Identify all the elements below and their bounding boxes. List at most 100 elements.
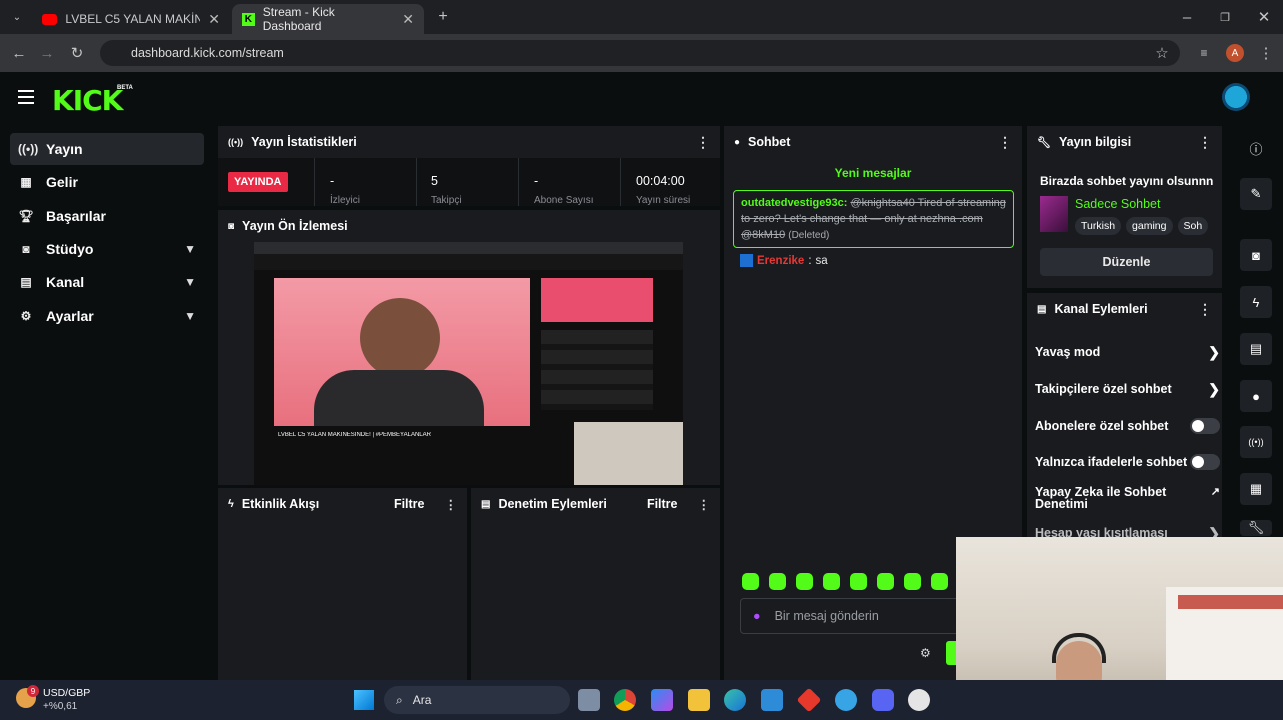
taskbar-search[interactable]: ⌕ Ara (384, 686, 570, 714)
emotes-only-toggle[interactable] (1190, 454, 1220, 470)
sidebar-item-basarilar[interactable]: 🏆︎ Başarılar (10, 200, 204, 232)
channel-icon[interactable]: ▦ (1240, 473, 1272, 505)
more-options-icon[interactable]: ⋮ (1198, 301, 1212, 318)
ai-moderation-row[interactable]: Yapay Zeka ile Sohbet Denetimi ↗ (1035, 486, 1220, 512)
chat-bubble-icon[interactable]: ● (1240, 380, 1272, 412)
sidebar-item-gelir[interactable]: ▦ Gelir (10, 166, 204, 198)
lightning-icon: ϟ (228, 498, 234, 510)
emote-icon[interactable] (796, 573, 813, 590)
chat-input-placeholder: Bir mesaj gönderin (774, 609, 879, 623)
message-user[interactable]: Erenzike (757, 255, 804, 267)
kick-logo[interactable]: KICK (52, 84, 123, 117)
emote-icon[interactable] (904, 573, 921, 590)
sidebar-item-studyo[interactable]: ◙ Stüdyo ▼ (10, 233, 204, 265)
more-options-icon[interactable]: ⋮ (1198, 134, 1212, 151)
discord-icon[interactable] (872, 689, 894, 711)
emote-icon[interactable] (769, 573, 786, 590)
row-label: Yapay Zeka ile Sohbet Denetimi (1035, 485, 1167, 511)
sidebar-item-label: Kanal (46, 274, 85, 290)
chat-input[interactable]: ● Bir mesaj gönderin (740, 598, 970, 634)
emotes-only-row: Yalnızca ifadelerle sohbet (1035, 452, 1220, 472)
studio-icon: ◙ (22, 242, 30, 256)
microphone-icon[interactable]: ● (753, 609, 761, 623)
back-icon[interactable]: ← (10, 44, 28, 62)
tab-youtube[interactable]: LVBEL C5 YALAN MAKİNESİNDE ✕ (32, 4, 230, 34)
sidebar-item-ayarlar[interactable]: ⚙ Ayarlar ▼ (10, 300, 204, 332)
close-icon[interactable]: ✕ (402, 11, 414, 28)
profile-avatar[interactable]: A (1226, 44, 1244, 62)
edit-icon[interactable]: ✎ (1240, 178, 1272, 210)
emote-icon[interactable] (877, 573, 894, 590)
chat-bubble-icon: ● (734, 136, 741, 148)
emote-icon[interactable] (742, 573, 759, 590)
emote-icon[interactable] (931, 573, 948, 590)
preview-header: ◙ Yayın Ön İzlemesi (218, 210, 720, 242)
forward-icon[interactable]: → (38, 44, 56, 62)
chart-icon: ▦ (20, 175, 32, 189)
new-messages-divider: Yeni mesajlar (834, 166, 912, 180)
more-options-icon[interactable]: ⋮ (998, 134, 1012, 151)
url-text: dashboard.kick.com/stream (131, 46, 284, 60)
chat-settings-icon[interactable]: ⚙ (920, 646, 931, 660)
activity-title: Etkinlik Akışı (241, 497, 320, 511)
badge-icon (740, 254, 753, 267)
stats-title: Yayın İstatistikleri (251, 135, 357, 149)
reload-icon[interactable]: ↻ (68, 44, 86, 62)
message-user[interactable]: outdatedvestige93c: (741, 197, 847, 209)
chrome-icon[interactable] (614, 689, 636, 711)
subscribers-only-toggle[interactable] (1190, 418, 1220, 434)
user-avatar[interactable] (1222, 83, 1250, 111)
url-field[interactable]: dashboard.kick.com/stream (100, 40, 1180, 66)
edge-icon[interactable] (724, 689, 746, 711)
stream-stats-panel: ((•)) Yayın İstatistikleri ⋮ YAYINDA - İ… (218, 126, 720, 206)
wrench-icon[interactable]: 🔧︎ (1240, 520, 1272, 536)
broadcast-icon[interactable]: ((•)) (1240, 426, 1272, 458)
channel-actions-header: ▤ Kanal Eylemleri ⋮ (1027, 293, 1222, 325)
emote-icon[interactable] (823, 573, 840, 590)
subs-label: Abone Sayısı (534, 195, 594, 206)
hamburger-menu-icon[interactable] (18, 90, 34, 104)
minimize-icon[interactable]: – (1178, 8, 1196, 26)
file-explorer-icon[interactable] (688, 689, 710, 711)
more-options-icon[interactable]: ⋮ (698, 497, 711, 512)
browser-icon[interactable] (835, 689, 857, 711)
emote-icon[interactable] (850, 573, 867, 590)
browser-menu-icon[interactable]: ⋮ (1257, 44, 1275, 62)
task-view-icon[interactable] (578, 689, 600, 711)
tab-title: LVBEL C5 YALAN MAKİNESİNDE (65, 12, 201, 26)
sidebar-item-yayin[interactable]: ((•)) Yayın (10, 133, 204, 165)
moderation-title: Denetim Eylemleri (498, 497, 607, 511)
close-icon[interactable]: ✕ (208, 11, 220, 28)
copilot-icon[interactable] (651, 689, 673, 711)
activity-filter-button[interactable]: Filtre (394, 497, 425, 511)
sidebar-item-kanal[interactable]: ▤ Kanal ▼ (10, 266, 204, 298)
tab-kick-dashboard[interactable]: K Stream - Kick Dashboard ✕ (232, 4, 424, 34)
category-link[interactable]: Sadece Sohbet (1075, 197, 1161, 211)
more-options-icon[interactable]: ⋮ (696, 134, 710, 151)
lightning-icon[interactable]: ϟ (1240, 286, 1272, 318)
new-tab-icon[interactable]: + (434, 8, 452, 26)
document-icon[interactable]: ▤ (1240, 333, 1272, 365)
chat-title: Sohbet (748, 135, 791, 149)
media-icon[interactable]: ≡ (1195, 44, 1213, 62)
window-close-icon[interactable]: ✕ (1255, 8, 1273, 26)
bookmark-star-icon[interactable]: ☆ (1153, 44, 1171, 62)
followers-only-row[interactable]: Takipçilere özel sohbet ❯ (1035, 379, 1220, 399)
moderation-filter-button[interactable]: Filtre (647, 497, 678, 511)
sidebar-item-label: Başarılar (46, 208, 106, 224)
windows-start-icon[interactable] (354, 690, 374, 710)
video-thumbnail[interactable] (274, 278, 530, 426)
sidebar-item-label: Ayarlar (46, 308, 94, 324)
stream-title: Birazda sohbet yayını olsunnn (1040, 174, 1214, 188)
more-options-icon[interactable]: ⋮ (445, 497, 458, 512)
store-icon[interactable] (761, 689, 783, 711)
chevron-down-icon: ▼ (184, 275, 196, 289)
tab-search-icon[interactable]: ⌄ (8, 8, 26, 26)
slow-mode-row[interactable]: Yavaş mod ❯ (1035, 342, 1220, 362)
info-icon[interactable]: ⓘ (1240, 132, 1272, 164)
obs-icon[interactable] (908, 689, 930, 711)
restore-icon[interactable]: ❐ (1216, 8, 1234, 26)
preview-icon[interactable]: ◙ (1240, 239, 1272, 271)
edit-button[interactable]: Düzenle (1040, 248, 1213, 276)
stream-preview-video[interactable]: LVBEL C5 YALAN MAKİNESİNDE! | #PEMBEYALA… (254, 242, 683, 485)
